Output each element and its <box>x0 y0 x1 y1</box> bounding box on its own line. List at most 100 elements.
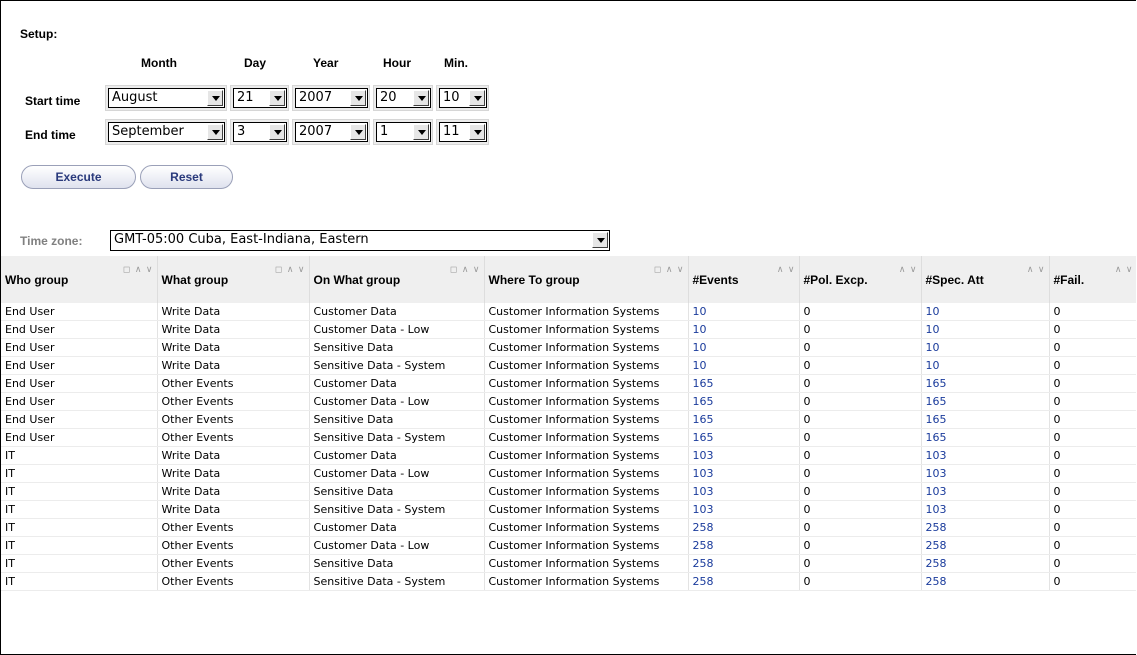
start-hour-value: 20 <box>380 90 397 105</box>
events-cell[interactable]: 165 <box>688 410 800 429</box>
end-min-value: 11 <box>443 124 460 139</box>
sort-icon[interactable]: ◻ ∧ ∨ <box>450 264 481 275</box>
start-year-select[interactable]: 2007 <box>295 88 368 108</box>
year-header: Year <box>313 56 339 70</box>
table-row: IT Write Data Sensitive Data - System Custo… <box>1 500 1136 519</box>
column-header-on-what-group[interactable]: On What group ◻ ∧ ∨ <box>309 256 485 303</box>
events-cell[interactable]: 258 <box>688 554 800 573</box>
where-to-group-cell: Customer Information Systems <box>484 374 689 393</box>
spec-att-cell[interactable]: 10 <box>921 356 1050 375</box>
events-cell[interactable]: 258 <box>688 536 800 555</box>
execute-button[interactable]: Execute <box>21 165 136 189</box>
events-cell[interactable]: 103 <box>688 446 800 465</box>
table-row: End User Write Data Sensitive Data - Syste… <box>1 356 1136 375</box>
spec-att-cell[interactable]: 103 <box>921 482 1050 501</box>
report-panel: Setup: Month Day Year Hour Min. Start ti… <box>0 0 1136 655</box>
reset-button[interactable]: Reset <box>140 165 233 189</box>
sort-icon[interactable]: ∧ ∨ <box>899 264 918 275</box>
spec-att-cell[interactable]: 165 <box>921 392 1050 411</box>
spec-att-cell[interactable]: 10 <box>921 338 1050 357</box>
events-cell[interactable]: 10 <box>688 303 800 321</box>
spec-att-cell[interactable]: 258 <box>921 536 1050 555</box>
sort-icon[interactable]: ◻ ∧ ∨ <box>654 264 685 275</box>
table-row: End User Write Data Customer Data Customer … <box>1 303 1136 321</box>
column-header-pol-excp[interactable]: #Pol. Excp. ∧ ∨ <box>799 256 922 303</box>
what-group-cell: Write Data <box>157 320 310 339</box>
column-header-fail[interactable]: #Fail. ∧ ∨ <box>1049 256 1136 303</box>
pol-excp-cell: 0 <box>799 374 922 393</box>
start-min-value: 10 <box>443 90 460 105</box>
column-header-what-group[interactable]: What group ◻ ∧ ∨ <box>157 256 310 303</box>
pol-excp-cell: 0 <box>799 482 922 501</box>
spec-att-cell[interactable]: 165 <box>921 428 1050 447</box>
start-day-select[interactable]: 21 <box>233 88 287 108</box>
pol-excp-cell: 0 <box>799 572 922 591</box>
on-what-group-cell: Customer Data <box>309 518 485 537</box>
spec-att-cell[interactable]: 103 <box>921 464 1050 483</box>
on-what-group-cell: Sensitive Data - System <box>309 500 485 519</box>
where-to-group-cell: Customer Information Systems <box>484 518 689 537</box>
sort-icon[interactable]: ◻ ∧ ∨ <box>275 264 306 275</box>
pol-excp-cell: 0 <box>799 536 922 555</box>
time-zone-select[interactable]: GMT-05:00 Cuba, East-Indiana, Eastern <box>110 230 610 251</box>
end-min-select[interactable]: 11 <box>439 122 487 142</box>
spec-att-cell[interactable]: 165 <box>921 374 1050 393</box>
spec-att-cell[interactable]: 258 <box>921 554 1050 573</box>
events-cell[interactable]: 103 <box>688 482 800 501</box>
events-cell[interactable]: 10 <box>688 320 800 339</box>
events-cell[interactable]: 10 <box>688 356 800 375</box>
on-what-group-cell: Customer Data <box>309 374 485 393</box>
on-what-group-cell: Sensitive Data <box>309 410 485 429</box>
pol-excp-cell: 0 <box>799 410 922 429</box>
events-cell[interactable]: 165 <box>688 428 800 447</box>
column-header-who-group[interactable]: Who group ◻ ∧ ∨ <box>1 256 158 303</box>
start-hour-select[interactable]: 20 <box>376 88 431 108</box>
where-to-group-cell: Customer Information Systems <box>484 338 689 357</box>
what-group-cell: Other Events <box>157 392 310 411</box>
sort-icon[interactable]: ∧ ∨ <box>777 264 796 275</box>
events-cell[interactable]: 165 <box>688 392 800 411</box>
pol-excp-cell: 0 <box>799 356 922 375</box>
events-cell[interactable]: 10 <box>688 338 800 357</box>
end-hour-select[interactable]: 1 <box>376 122 431 142</box>
spec-att-cell[interactable]: 10 <box>921 303 1050 321</box>
on-what-group-cell: Customer Data - Low <box>309 392 485 411</box>
column-header-events[interactable]: #Events ∧ ∨ <box>688 256 800 303</box>
column-header-spec-att[interactable]: #Spec. Att ∧ ∨ <box>921 256 1050 303</box>
events-cell[interactable]: 258 <box>688 572 800 591</box>
where-to-group-cell: Customer Information Systems <box>484 482 689 501</box>
chevron-down-icon <box>207 124 223 140</box>
events-cell[interactable]: 103 <box>688 464 800 483</box>
events-cell[interactable]: 103 <box>688 500 800 519</box>
end-year-select[interactable]: 2007 <box>295 122 368 142</box>
pol-excp-cell: 0 <box>799 320 922 339</box>
pol-excp-cell: 0 <box>799 518 922 537</box>
chevron-down-icon <box>350 90 366 106</box>
spec-att-cell[interactable]: 258 <box>921 572 1050 591</box>
spec-att-cell[interactable]: 103 <box>921 500 1050 519</box>
events-cell[interactable]: 258 <box>688 518 800 537</box>
end-hour-value: 1 <box>380 124 389 139</box>
end-month-select[interactable]: September <box>108 122 225 142</box>
who-group-cell: End User <box>1 392 158 411</box>
chevron-down-icon <box>592 232 608 248</box>
events-cell[interactable]: 165 <box>688 374 800 393</box>
end-day-select[interactable]: 3 <box>233 122 287 142</box>
what-group-cell: Other Events <box>157 428 310 447</box>
sort-icon[interactable]: ∧ ∨ <box>1115 264 1134 275</box>
fail-cell: 0 <box>1049 392 1136 411</box>
spec-att-cell[interactable]: 103 <box>921 446 1050 465</box>
table-row: End User Write Data Sensitive Data Customer… <box>1 338 1136 357</box>
column-header-where-to-group[interactable]: Where To group ◻ ∧ ∨ <box>484 256 689 303</box>
chevron-down-icon <box>413 90 429 106</box>
what-group-cell: Write Data <box>157 303 310 321</box>
spec-att-cell[interactable]: 10 <box>921 320 1050 339</box>
start-month-select[interactable]: August <box>108 88 225 108</box>
sort-icon[interactable]: ∧ ∨ <box>1027 264 1046 275</box>
end-year-value: 2007 <box>299 124 333 139</box>
sort-icon[interactable]: ◻ ∧ ∨ <box>123 264 154 275</box>
spec-att-cell[interactable]: 258 <box>921 518 1050 537</box>
on-what-group-cell: Sensitive Data <box>309 482 485 501</box>
spec-att-cell[interactable]: 165 <box>921 410 1050 429</box>
start-min-select[interactable]: 10 <box>439 88 487 108</box>
